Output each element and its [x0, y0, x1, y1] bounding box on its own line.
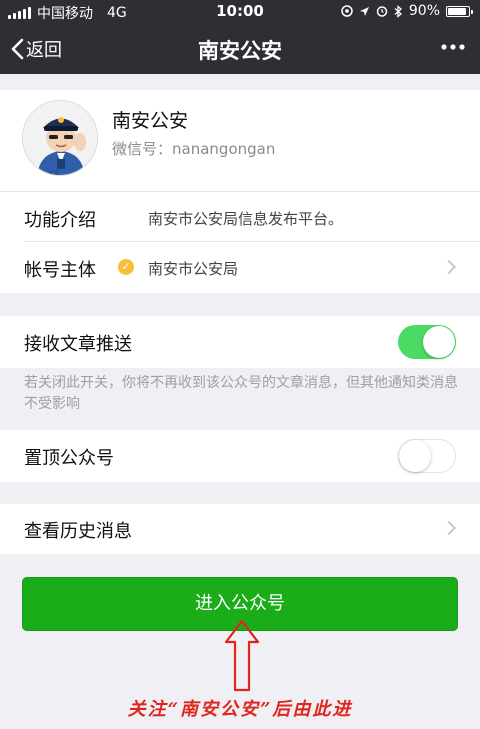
verified-icon: ✓ — [118, 259, 134, 275]
more-button[interactable] — [440, 34, 466, 66]
chevron-right-icon — [441, 520, 457, 536]
status-right: 90% — [341, 3, 473, 19]
wechat-id-label: 微信号： — [112, 140, 173, 158]
receive-articles-toggle[interactable] — [398, 325, 456, 359]
avatar[interactable]: ICE — [22, 100, 98, 176]
entity-label: 帐号主体 — [24, 260, 96, 281]
page-title: 南安公安 — [198, 39, 282, 63]
wechat-id-line: 微信号：nanangongan — [112, 138, 275, 159]
bluetooth-icon — [394, 4, 402, 18]
police-avatar-icon: ICE — [23, 101, 97, 176]
toggle-knob — [423, 326, 455, 358]
account-name: 南安公安 — [112, 110, 189, 132]
account-profile-card: ICE 南安公安 微信号：nanangongan — [0, 90, 480, 192]
wechat-id-value: nanangongan — [172, 140, 276, 158]
receive-articles-row: 接收文章推送 — [0, 316, 480, 368]
history-messages-row[interactable]: 查看历史消息 — [0, 504, 480, 554]
pin-account-row: 置顶公众号 — [0, 430, 480, 482]
entity-value: 南安市公安局 — [148, 260, 239, 278]
location-arrow-icon — [359, 6, 369, 16]
app-screen: 中国移动 4G 10:00 90% 返回 南安公安 ICE 南安公安 微信号：n… — [0, 0, 480, 729]
svg-text:ICE: ICE — [49, 170, 59, 176]
receive-articles-note: 若关闭此开关，你将不再收到该公众号的文章消息，但其他通知类消息不受影响 — [24, 375, 458, 412]
receive-articles-label: 接收文章推送 — [24, 334, 132, 355]
account-info-group: 功能介绍 南安市公安局信息发布平台。 帐号主体 ✓ 南安市公安局 — [0, 192, 480, 293]
nav-bar: 返回 南安公安 — [0, 24, 480, 74]
alarm-icon — [376, 6, 388, 17]
battery-percent: 90% — [408, 3, 440, 19]
toggle-knob — [399, 440, 431, 472]
entity-row[interactable]: 帐号主体 ✓ 南安市公安局 — [0, 242, 480, 293]
annotation-arrow-icon — [224, 619, 260, 692]
more-icon — [441, 44, 465, 50]
chevron-right-icon — [441, 259, 457, 275]
pin-account-toggle[interactable] — [398, 439, 456, 473]
status-bar: 中国移动 4G 10:00 90% — [0, 0, 480, 24]
annotation-caption: 关注“南安公安”后由此进 — [127, 699, 353, 720]
history-messages-label: 查看历史消息 — [24, 521, 132, 542]
intro-value: 南安市公安局信息发布平台。 — [148, 210, 344, 228]
battery-icon — [446, 5, 473, 17]
pin-account-label: 置顶公众号 — [24, 448, 114, 469]
battery-fill — [448, 7, 466, 15]
intro-label: 功能介绍 — [24, 210, 96, 231]
location-lock-icon — [341, 5, 353, 17]
top-bar: 中国移动 4G 10:00 90% 返回 南安公安 — [0, 0, 480, 74]
